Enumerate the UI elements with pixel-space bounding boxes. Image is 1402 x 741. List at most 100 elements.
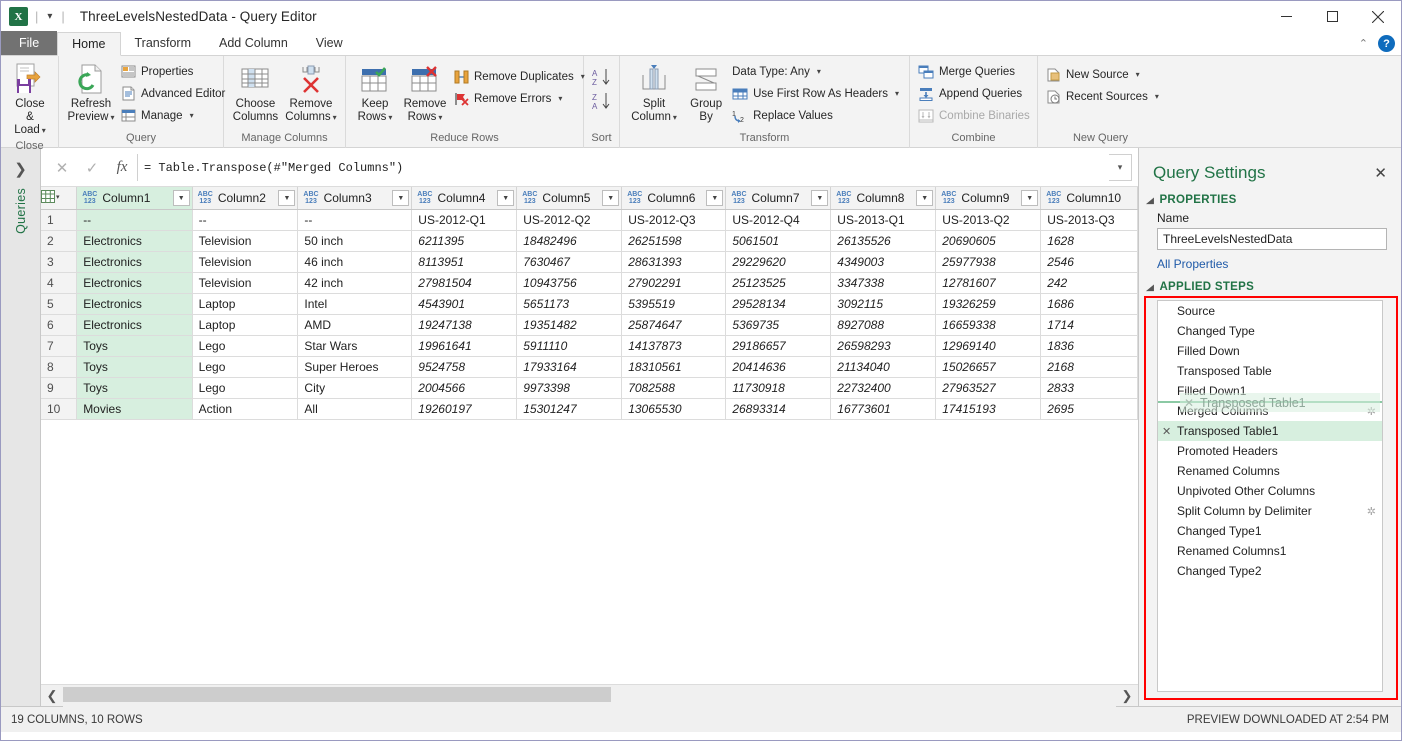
advanced-editor-button[interactable]: Advanced Editor bbox=[118, 83, 230, 104]
table-cell[interactable]: 16659338 bbox=[935, 314, 1042, 336]
query-name-input[interactable] bbox=[1163, 232, 1381, 246]
scroll-left-button[interactable]: ❮ bbox=[41, 685, 63, 707]
close-button[interactable] bbox=[1355, 1, 1401, 32]
split-column-button[interactable]: Split Column ▾ bbox=[625, 60, 683, 126]
table-cell[interactable]: Movies bbox=[76, 398, 193, 420]
table-cell[interactable]: 29186657 bbox=[725, 335, 832, 357]
data-type-button[interactable]: Data Type: Any ▾ bbox=[729, 61, 904, 82]
table-cell[interactable]: Lego bbox=[192, 377, 299, 399]
row-number[interactable]: 10 bbox=[41, 398, 78, 420]
table-cell[interactable]: 25977938 bbox=[935, 251, 1042, 273]
applied-step-item[interactable]: Changed Type1 bbox=[1158, 521, 1382, 541]
table-cell[interactable]: 25874647 bbox=[621, 314, 727, 336]
table-cell[interactable]: 25123525 bbox=[725, 272, 832, 294]
applied-step-item[interactable]: Unpivoted Other Columns bbox=[1158, 481, 1382, 501]
table-row[interactable]: 5 Electronics Laptop Intel 4543901 5651173 539… bbox=[41, 293, 1138, 315]
table-cell[interactable]: Toys bbox=[76, 377, 193, 399]
table-cell[interactable]: 29229620 bbox=[725, 251, 832, 273]
applied-step-item[interactable]: Renamed Columns bbox=[1158, 461, 1382, 481]
applied-step-item[interactable]: Filled Down1 bbox=[1158, 381, 1382, 401]
close-and-load-button[interactable]: Close & Load ▾ bbox=[6, 60, 54, 139]
sort-descending-button[interactable]: ZA bbox=[588, 89, 616, 112]
group-by-button[interactable]: Group By bbox=[683, 60, 729, 126]
table-cell[interactable]: 1628 bbox=[1040, 230, 1138, 252]
row-number[interactable]: 9 bbox=[41, 377, 78, 399]
table-row[interactable]: 2 Electronics Television 50 inch 6211395 1848… bbox=[41, 230, 1138, 252]
column-header-10[interactable]: ABC 123 Column10 bbox=[1040, 187, 1138, 210]
table-cell[interactable]: US-2012-Q1 bbox=[411, 209, 518, 231]
table-cell[interactable]: 6211395 bbox=[411, 230, 518, 252]
table-cell[interactable]: Television bbox=[192, 230, 299, 252]
table-cell[interactable]: 29528134 bbox=[725, 293, 832, 315]
table-cell[interactable]: US-2013-Q2 bbox=[935, 209, 1042, 231]
applied-step-item[interactable]: Split Column by Delimiter ✲ bbox=[1158, 501, 1382, 521]
column-header-6[interactable]: ABC 123 Column6 ▼ bbox=[621, 187, 727, 210]
table-cell[interactable]: 5395519 bbox=[621, 293, 727, 315]
table-cell[interactable]: Television bbox=[192, 272, 299, 294]
expand-queries-pane-icon[interactable]: ❯ bbox=[14, 160, 27, 178]
merge-queries-button[interactable]: Merge Queries bbox=[915, 61, 1035, 82]
table-cell[interactable]: 27981504 bbox=[411, 272, 518, 294]
maximize-button[interactable] bbox=[1309, 1, 1355, 32]
remove-columns-button[interactable]: Remove Columns ▾ bbox=[282, 60, 340, 126]
properties-collapse-icon[interactable]: ◢ bbox=[1146, 196, 1154, 205]
table-cell[interactable]: US-2012-Q2 bbox=[516, 209, 623, 231]
all-properties-link[interactable]: All Properties bbox=[1139, 250, 1401, 277]
formula-cancel-button[interactable]: ✕ bbox=[47, 155, 77, 181]
column-filter-1-button[interactable]: ▼ bbox=[172, 190, 190, 206]
column-header-8[interactable]: ABC 123 Column8 ▼ bbox=[830, 187, 937, 210]
row-number[interactable]: 6 bbox=[41, 314, 78, 336]
table-cell[interactable]: 19260197 bbox=[411, 398, 518, 420]
table-cell[interactable]: 4543901 bbox=[411, 293, 518, 315]
table-cell[interactable]: 17415193 bbox=[935, 398, 1042, 420]
replace-values-button[interactable]: 12 Replace Values bbox=[729, 105, 904, 126]
applied-steps-list[interactable]: Source Changed Type Filled Down Transposed … bbox=[1157, 300, 1383, 692]
delete-step-icon[interactable]: ✕ bbox=[1162, 425, 1177, 438]
table-cell[interactable]: 3092115 bbox=[830, 293, 937, 315]
column-filter-4-button[interactable]: ▼ bbox=[497, 190, 515, 206]
table-cell[interactable]: 26135526 bbox=[830, 230, 937, 252]
applied-step-item[interactable]: Promoted Headers bbox=[1158, 441, 1382, 461]
table-cell[interactable]: Electronics bbox=[76, 314, 193, 336]
column-filter-5-button[interactable]: ▼ bbox=[602, 190, 620, 206]
formula-accept-button[interactable]: ✓ bbox=[77, 155, 107, 181]
table-cell[interactable]: 17933164 bbox=[516, 356, 623, 378]
table-row[interactable]: 4 Electronics Television 42 inch 27981504 109… bbox=[41, 272, 1138, 294]
quick-access-toolbar-dropdown[interactable]: ▾ bbox=[45, 11, 54, 22]
applied-step-item[interactable]: Source bbox=[1158, 301, 1382, 321]
formula-fx-icon[interactable]: fx bbox=[107, 155, 137, 181]
table-cell[interactable]: 16773601 bbox=[830, 398, 937, 420]
append-queries-button[interactable]: Append Queries bbox=[915, 83, 1035, 104]
table-cell[interactable]: -- bbox=[76, 209, 193, 231]
tab-add-column[interactable]: Add Column bbox=[205, 31, 302, 55]
table-cell[interactable]: 10943756 bbox=[516, 272, 623, 294]
table-cell[interactable]: 28631393 bbox=[621, 251, 727, 273]
table-cell[interactable]: 20414636 bbox=[725, 356, 832, 378]
table-row[interactable]: 8 Toys Lego Super Heroes 9524758 17933164 1831… bbox=[41, 356, 1138, 378]
row-number[interactable]: 1 bbox=[41, 209, 78, 231]
use-first-row-as-headers-button[interactable]: Use First Row As Headers ▾ bbox=[729, 83, 904, 104]
table-cell[interactable]: 20690605 bbox=[935, 230, 1042, 252]
table-cell[interactable]: 21134040 bbox=[830, 356, 937, 378]
new-source-button[interactable]: New Source ▾ bbox=[1043, 64, 1164, 85]
column-header-2[interactable]: ABC 123 Column2 ▼ bbox=[192, 187, 299, 210]
table-cell[interactable]: 1836 bbox=[1040, 335, 1138, 357]
column-header-1[interactable]: ABC 123 Column1 ▼ bbox=[76, 187, 193, 210]
manage-button[interactable]: Manage ▾ bbox=[118, 105, 230, 126]
tab-home[interactable]: Home bbox=[57, 32, 121, 56]
table-cell[interactable]: Toys bbox=[76, 356, 193, 378]
table-cell[interactable]: US-2012-Q4 bbox=[725, 209, 832, 231]
table-cell[interactable]: US-2013-Q3 bbox=[1040, 209, 1138, 231]
table-cell[interactable]: 8113951 bbox=[411, 251, 518, 273]
choose-columns-button[interactable]: Choose Columns bbox=[229, 60, 282, 126]
sort-ascending-button[interactable]: AZ bbox=[588, 65, 616, 88]
column-filter-9-button[interactable]: ▼ bbox=[1021, 190, 1039, 206]
table-cell[interactable]: Laptop bbox=[192, 293, 299, 315]
table-cell[interactable]: 27963527 bbox=[935, 377, 1042, 399]
recent-sources-button[interactable]: Recent Sources ▾ bbox=[1043, 86, 1164, 107]
table-cell[interactable]: 18482496 bbox=[516, 230, 623, 252]
column-filter-6-button[interactable]: ▼ bbox=[706, 190, 724, 206]
table-cell[interactable]: 42 inch bbox=[297, 272, 413, 294]
column-filter-3-button[interactable]: ▼ bbox=[392, 190, 410, 206]
table-cell[interactable]: 1686 bbox=[1040, 293, 1138, 315]
